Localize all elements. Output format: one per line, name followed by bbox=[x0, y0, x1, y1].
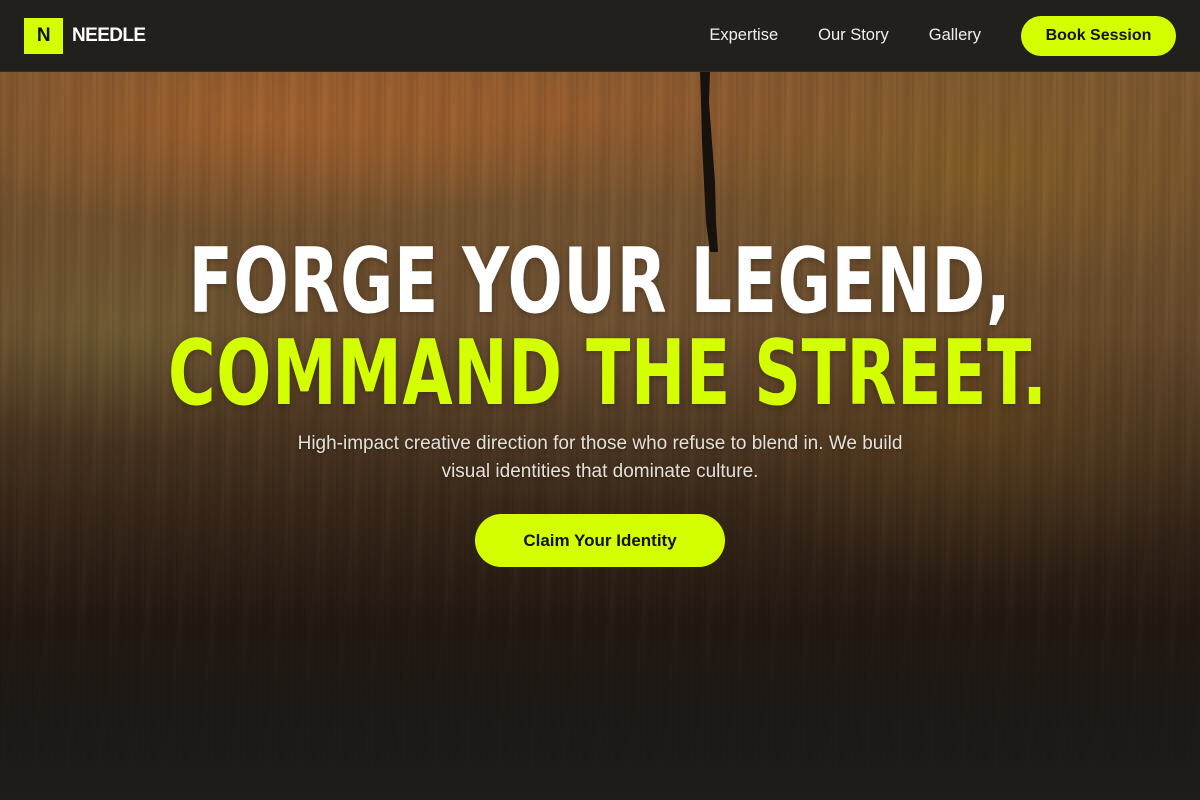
hero-headline: FORGE YOUR LEGEND, COMMAND THE STREET. bbox=[167, 229, 1048, 426]
claim-identity-button[interactable]: Claim Your Identity bbox=[475, 514, 725, 567]
nav-link-expertise[interactable]: Expertise bbox=[709, 26, 778, 45]
hero-subtitle: High-impact creative direction for those… bbox=[297, 433, 903, 482]
brand-mark-icon: N bbox=[24, 17, 63, 54]
hero-headline-line2: COMMAND THE STREET. bbox=[167, 321, 1048, 426]
book-session-button[interactable]: Book Session bbox=[1021, 15, 1176, 56]
brand-name: NEEDLE bbox=[72, 24, 146, 46]
nav-link-our-story[interactable]: Our Story bbox=[818, 26, 889, 45]
brand-logo[interactable]: N NEEDLE bbox=[24, 17, 146, 54]
hero-headline-line1: FORGE YOUR LEGEND, bbox=[188, 229, 1012, 334]
hero-section: FORGE YOUR LEGEND, COMMAND THE STREET. H… bbox=[0, 236, 1200, 567]
nav-links: Expertise Our Story Gallery bbox=[709, 26, 981, 45]
nav-link-gallery[interactable]: Gallery bbox=[929, 26, 981, 45]
navbar: N NEEDLE Expertise Our Story Gallery Boo… bbox=[0, 0, 1200, 72]
